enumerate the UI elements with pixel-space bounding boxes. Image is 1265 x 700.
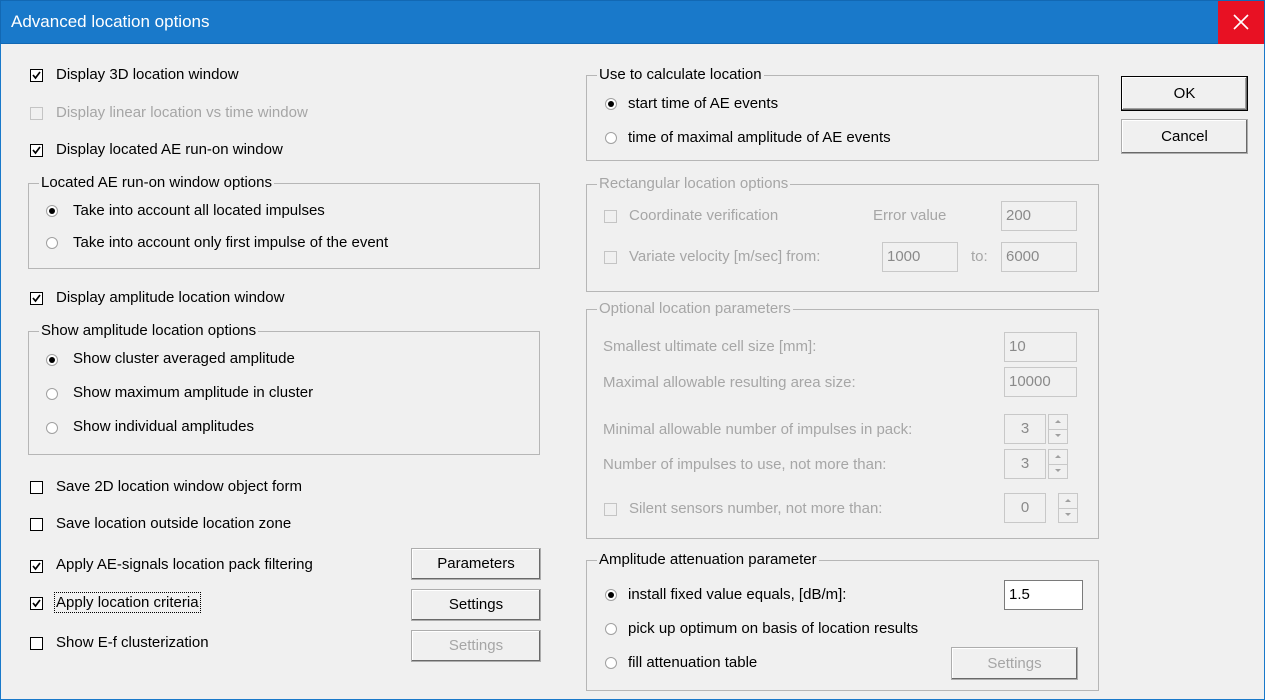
calc-location-group: Use to calculate location bbox=[586, 66, 1099, 161]
min-impulses-label: Minimal allowable number of impulses in … bbox=[603, 421, 913, 438]
show-ef-label: Show E-f clusterization bbox=[56, 634, 209, 651]
velocity-to-field[interactable]: 6000 bbox=[1001, 242, 1077, 272]
spin-down-icon[interactable] bbox=[1049, 464, 1067, 478]
runon-options-group: Located AE run-on window options bbox=[28, 174, 540, 269]
max-amplitude-time-label: time of maximal amplitude of AE events bbox=[628, 129, 891, 146]
num-impulses-spinner[interactable] bbox=[1048, 449, 1068, 479]
check-icon bbox=[32, 294, 41, 303]
spin-up-icon[interactable] bbox=[1049, 415, 1067, 430]
display-amplitude-checkbox[interactable] bbox=[30, 292, 43, 305]
attenuation-table-label: fill attenuation table bbox=[628, 654, 758, 671]
display-amplitude-label: Display amplitude location window bbox=[56, 289, 285, 306]
velocity-from-field[interactable]: 1000 bbox=[882, 242, 958, 272]
silent-sensors-checkbox[interactable] bbox=[604, 503, 617, 516]
start-time-label: start time of AE events bbox=[628, 95, 779, 112]
ef-settings-button[interactable]: Settings bbox=[411, 630, 541, 662]
coordinate-verification-label: Coordinate verification bbox=[629, 207, 779, 224]
variate-velocity-checkbox[interactable] bbox=[604, 251, 617, 264]
parameters-button[interactable]: Parameters bbox=[411, 548, 541, 580]
num-impulses-field[interactable]: 3 bbox=[1004, 449, 1046, 479]
cluster-averaged-radio[interactable] bbox=[46, 354, 58, 366]
fixed-value-radio[interactable] bbox=[605, 589, 617, 601]
check-icon bbox=[32, 599, 41, 608]
cell-size-label: Smallest ultimate cell size [mm]: bbox=[603, 338, 817, 355]
spin-up-icon[interactable] bbox=[1049, 450, 1067, 465]
apply-pack-checkbox[interactable] bbox=[30, 560, 43, 573]
spin-down-icon[interactable] bbox=[1049, 429, 1067, 443]
cluster-averaged-label: Show cluster averaged amplitude bbox=[73, 350, 295, 367]
amplitude-options-title: Show amplitude location options bbox=[39, 322, 259, 339]
silent-sensors-label: Silent sensors number, not more than: bbox=[629, 500, 883, 517]
error-value-field[interactable]: 200 bbox=[1001, 201, 1077, 231]
cell-size-field[interactable]: 10 bbox=[1004, 332, 1077, 362]
runon-all-impulses-radio[interactable] bbox=[46, 205, 58, 217]
show-ef-checkbox[interactable] bbox=[30, 637, 43, 650]
save-2d-checkbox[interactable] bbox=[30, 481, 43, 494]
calc-location-title: Use to calculate location bbox=[597, 66, 764, 83]
close-icon bbox=[1233, 14, 1249, 30]
pick-optimum-radio[interactable] bbox=[605, 623, 617, 635]
velocity-to-label: to: bbox=[971, 248, 988, 265]
runon-options-title: Located AE run-on window options bbox=[39, 174, 274, 191]
cancel-button[interactable]: Cancel bbox=[1121, 119, 1248, 154]
save-outside-label: Save location outside location zone bbox=[56, 515, 292, 532]
silent-sensors-field[interactable]: 0 bbox=[1004, 493, 1046, 523]
spin-down-icon[interactable] bbox=[1059, 508, 1077, 522]
area-size-field[interactable]: 10000 bbox=[1004, 367, 1077, 397]
individual-amplitudes-label: Show individual amplitudes bbox=[73, 418, 254, 435]
runon-first-impulse-radio[interactable] bbox=[46, 237, 58, 249]
attenuation-settings-button[interactable]: Settings bbox=[951, 647, 1078, 680]
maximum-amplitude-label: Show maximum amplitude in cluster bbox=[73, 384, 314, 401]
optional-params-title: Optional location parameters bbox=[597, 300, 793, 317]
attenuation-title: Amplitude attenuation parameter bbox=[597, 551, 819, 568]
min-impulses-spinner[interactable] bbox=[1048, 414, 1068, 444]
display-3d-label: Display 3D location window bbox=[56, 66, 239, 83]
ok-button[interactable]: OK bbox=[1121, 76, 1248, 111]
min-impulses-field[interactable]: 3 bbox=[1004, 414, 1046, 444]
attenuation-table-radio[interactable] bbox=[605, 657, 617, 669]
coordinate-verification-checkbox[interactable] bbox=[604, 210, 617, 223]
display-runon-checkbox[interactable] bbox=[30, 144, 43, 157]
apply-criteria-label: Apply location criteria bbox=[54, 592, 201, 613]
display-3d-checkbox[interactable] bbox=[30, 69, 43, 82]
area-size-label: Maximal allowable resulting area size: bbox=[603, 374, 856, 391]
maximum-amplitude-radio[interactable] bbox=[46, 388, 58, 400]
pick-optimum-label: pick up optimum on basis of location res… bbox=[628, 620, 919, 637]
num-impulses-label: Number of impulses to use, not more than… bbox=[603, 456, 887, 473]
runon-first-impulse-label: Take into account only first impulse of … bbox=[73, 234, 389, 251]
silent-sensors-spinner[interactable] bbox=[1058, 493, 1078, 523]
spin-up-icon[interactable] bbox=[1059, 494, 1077, 509]
check-icon bbox=[32, 71, 41, 80]
fixed-value-label: install fixed value equals, [dB/m]: bbox=[628, 586, 847, 603]
check-icon bbox=[32, 562, 41, 571]
variate-velocity-label: Variate velocity [m/sec] from: bbox=[629, 248, 821, 265]
start-time-radio[interactable] bbox=[605, 98, 617, 110]
rect-location-title: Rectangular location options bbox=[597, 175, 791, 192]
display-linear-label: Display linear location vs time window bbox=[56, 104, 308, 121]
save-outside-checkbox[interactable] bbox=[30, 518, 43, 531]
dialog-client-area: Display 3D location window Display linea… bbox=[0, 44, 1265, 700]
apply-pack-label: Apply AE-signals location pack filtering bbox=[56, 556, 313, 573]
runon-all-impulses-label: Take into account all located impulses bbox=[73, 202, 325, 219]
max-amplitude-time-radio[interactable] bbox=[605, 132, 617, 144]
window-title: Advanced location options bbox=[11, 12, 210, 31]
close-button[interactable] bbox=[1218, 1, 1264, 44]
display-linear-checkbox[interactable] bbox=[30, 107, 43, 120]
individual-amplitudes-radio[interactable] bbox=[46, 422, 58, 434]
criteria-settings-button[interactable]: Settings bbox=[411, 589, 541, 621]
save-2d-label: Save 2D location window object form bbox=[56, 478, 302, 495]
apply-criteria-checkbox[interactable] bbox=[30, 597, 43, 610]
error-value-label: Error value bbox=[873, 207, 947, 224]
fixed-value-field[interactable]: 1.5 bbox=[1004, 580, 1083, 610]
title-bar: Advanced location options bbox=[0, 0, 1265, 44]
check-icon bbox=[32, 146, 41, 155]
display-runon-label: Display located AE run-on window bbox=[56, 141, 283, 158]
